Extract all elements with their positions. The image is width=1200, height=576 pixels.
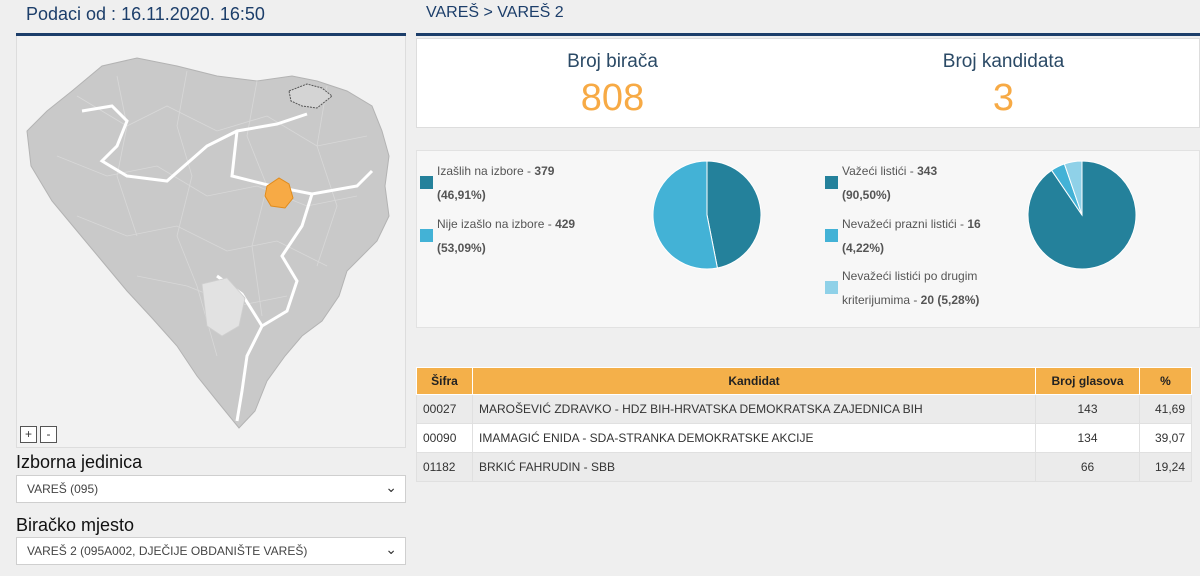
stats-panel: Broj birača 808 Broj kandidata 3 (416, 38, 1200, 128)
cell-code: 01182 (416, 452, 473, 482)
results-table: Šifra Kandidat Broj glasova % 00027 MARO… (416, 367, 1192, 482)
electoral-unit-value: VAREŠ (095) (27, 482, 99, 496)
ballots-pie-chart (1027, 160, 1137, 270)
breadcrumb: VAREŠ > VAREŠ 2 (416, 0, 1200, 36)
legend-blank-ballots: Nevažeći prazni listići - 16 (4,22%) (842, 217, 981, 255)
cell-code: 00090 (416, 423, 473, 453)
cell-percent: 39,07 (1139, 423, 1192, 453)
col-percent[interactable]: % (1139, 367, 1192, 395)
legend-turnout: Izašlih na izbore - 379 (46,91%) (437, 164, 555, 202)
legend-swatch-blank (825, 229, 838, 242)
turnout-pie-slice-0[interactable] (706, 160, 762, 269)
electoral-unit-label: Izborna jedinica (16, 452, 143, 472)
bih-map[interactable]: + - (16, 36, 406, 448)
polling-station-value: VAREŠ 2 (095A002, DJEČIJE OBDANIŠTE VARE… (27, 544, 308, 558)
polling-station-label: Biračko mjesto (16, 515, 135, 535)
turnout-pie-chart (652, 160, 762, 270)
cell-votes: 134 (1035, 423, 1140, 453)
cell-candidate: BRKIĆ FAHRUDIN - SBB (472, 452, 1036, 482)
zoom-in-button[interactable]: + (20, 426, 37, 443)
legend-swatch-turnout (420, 176, 433, 189)
table-row[interactable]: 00090 IMAMAGIĆ ENIDA - SDA-STRANKA DEMOK… (416, 423, 1192, 453)
table-row[interactable]: 00027 MAROŠEVIĆ ZDRAVKO - HDZ BIH-HRVATS… (416, 394, 1192, 424)
voters-label: Broj birača (567, 51, 658, 72)
candidates-label: Broj kandidata (942, 51, 1065, 72)
candidates-value: 3 (992, 77, 1015, 119)
data-timestamp: Podaci od : 16.11.2020. 16:50 (16, 0, 406, 36)
zoom-out-button[interactable]: - (40, 426, 57, 443)
cell-code: 00027 (416, 394, 473, 424)
cell-percent: 19,24 (1139, 452, 1192, 482)
chevron-down-icon: ⌄ (385, 541, 397, 557)
left-panel: Podaci od : 16.11.2020. 16:50 + - Izborn… (16, 0, 406, 576)
electoral-unit-select[interactable]: VAREŠ (095) ⌄ (16, 475, 406, 503)
cell-percent: 41,69 (1139, 394, 1192, 424)
legend-swatch-abstained (420, 229, 433, 242)
legend-swatch-other-invalid (825, 281, 838, 294)
table-header-row: Šifra Kandidat Broj glasova % (416, 367, 1192, 395)
legend-swatch-valid (825, 176, 838, 189)
cell-votes: 66 (1035, 452, 1140, 482)
col-code[interactable]: Šifra (416, 367, 473, 395)
cell-candidate: MAROŠEVIĆ ZDRAVKO - HDZ BIH-HRVATSKA DEM… (472, 394, 1036, 424)
voters-value: 808 (580, 77, 645, 119)
legend-valid-ballots: Važeći listići - 343 (90,50%) (842, 164, 938, 202)
legend-other-invalid-ballots: Nevažeći listići po drugim kriterijumima… (842, 269, 980, 307)
candidates-stat: Broj kandidata 3 (808, 39, 1199, 127)
map-svg[interactable] (17, 36, 407, 448)
cell-votes: 143 (1035, 394, 1140, 424)
col-candidate[interactable]: Kandidat (472, 367, 1036, 395)
cell-candidate: IMAMAGIĆ ENIDA - SDA-STRANKA DEMOKRATSKE… (472, 423, 1036, 453)
table-row[interactable]: 01182 BRKIĆ FAHRUDIN - SBB 66 19,24 (416, 452, 1192, 482)
map-zoom-controls: + - (20, 426, 57, 443)
chevron-down-icon: ⌄ (385, 479, 397, 495)
legend-abstained: Nije izašlo na izbore - 429 (53,09%) (437, 217, 576, 255)
map-country-shape[interactable] (26, 57, 390, 429)
col-votes[interactable]: Broj glasova (1035, 367, 1140, 395)
charts-panel: Izašlih na izbore - 379 (46,91%) Nije iz… (416, 150, 1200, 328)
polling-station-select[interactable]: VAREŠ 2 (095A002, DJEČIJE OBDANIŠTE VARE… (16, 537, 406, 565)
voters-stat: Broj birača 808 (417, 39, 808, 127)
